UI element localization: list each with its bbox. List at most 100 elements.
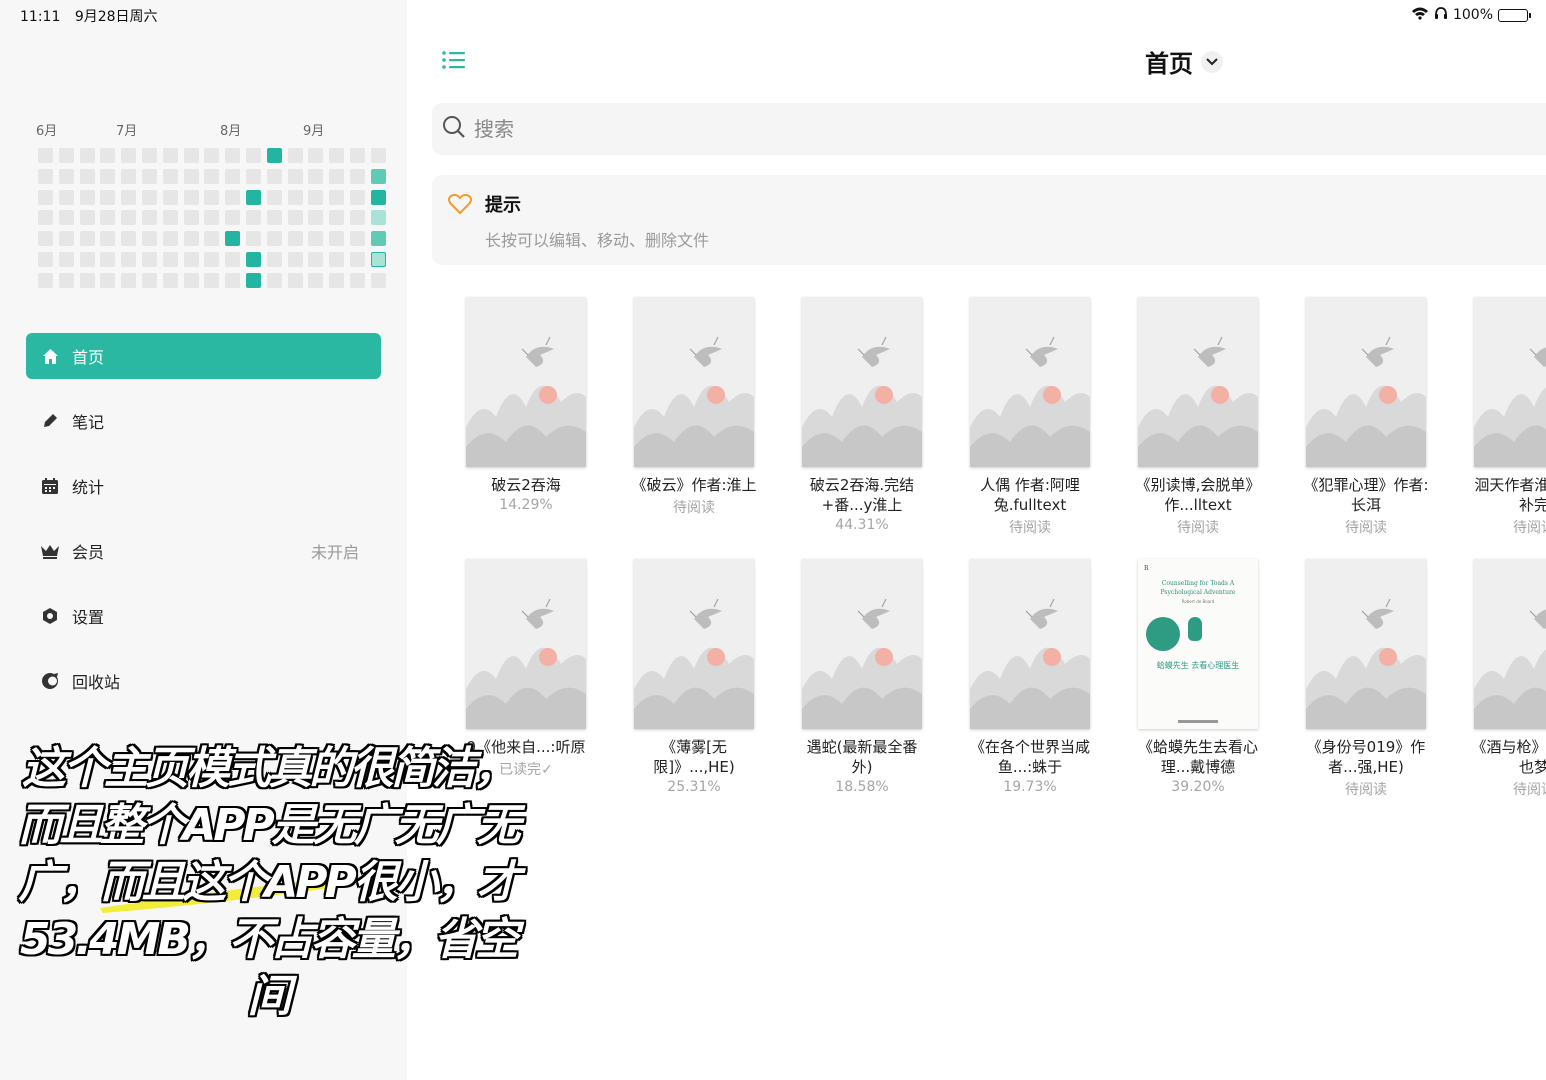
home-icon — [40, 346, 60, 366]
sidebar-item-membership[interactable]: 会员 未开启 — [26, 528, 381, 574]
heatmap-cell — [183, 148, 199, 163]
heatmap-cell — [266, 168, 282, 184]
sidebar-item-trash[interactable]: 回收站 — [26, 658, 381, 704]
book-card[interactable]: 遇蛇(最新最全番外) 18.58% — [778, 559, 946, 799]
heatmap-cell — [308, 210, 324, 226]
book-cover-image — [970, 297, 1090, 467]
book-progress: 39.20% — [1171, 779, 1225, 795]
heatmap-cell — [121, 189, 137, 205]
heatmap-cell — [349, 251, 365, 267]
book-cover-image — [970, 559, 1090, 729]
book-cover-image — [466, 297, 586, 467]
heatmap-cell — [266, 231, 282, 247]
heatmap-cell — [287, 168, 303, 184]
heatmap-cell — [100, 231, 116, 247]
heatmap-cell — [141, 189, 157, 205]
book-progress: 待阅读 — [673, 500, 715, 516]
book-cover-image — [1474, 297, 1546, 467]
book-card[interactable]: 洄天作者淮完结...补完待阅读 — [1450, 297, 1546, 537]
heatmap-cell — [121, 231, 137, 247]
heatmap-cell — [225, 168, 241, 184]
book-card[interactable]: 破云2吞海 14.29% — [442, 297, 610, 537]
book-card[interactable]: 《薄雾[无限]》...,HE) 25.31% — [610, 559, 778, 799]
tip-card: 提示 长按可以编辑、移动、删除文件 — [432, 175, 1546, 265]
heatmap-cell — [204, 251, 220, 267]
heatmap-cell — [162, 148, 178, 163]
book-card[interactable]: 《犯罪心理》作者:长洱待阅读 — [1282, 297, 1450, 537]
sidebar-nav: 首页 笔记 统计 会员 未开启 设置 回收站 — [26, 333, 381, 723]
page-title-dropdown[interactable]: 首页 — [1145, 44, 1223, 79]
cover-circle-graphic — [1146, 617, 1180, 651]
heatmap-cell — [266, 210, 282, 226]
cover-title-cn: 蛤蟆先生 去看心理医生 — [1156, 661, 1240, 670]
book-title: 《犯罪心理》作者:长洱 — [1303, 476, 1429, 514]
heatmap-cell — [141, 272, 157, 288]
heatmap-cell — [308, 168, 324, 184]
heatmap-cell — [58, 148, 74, 163]
gear-icon — [40, 606, 60, 626]
heatmap-cell — [183, 210, 199, 226]
heatmap-cell — [121, 210, 137, 226]
heatmap-cell — [58, 189, 74, 205]
book-card[interactable]: 《在各个世界当咸鱼...:蛛于 19.73% — [946, 559, 1114, 799]
heatmap-cell — [266, 148, 282, 163]
heatmap-grid — [38, 148, 386, 288]
heatmap-cell — [245, 148, 261, 163]
heatmap-cell — [204, 168, 220, 184]
heatmap-cell — [225, 189, 241, 205]
heatmap-cell — [38, 251, 53, 267]
book-progress: 待阅读 — [1513, 782, 1546, 798]
heatmap-cell — [329, 210, 345, 226]
heatmap-cell — [162, 168, 178, 184]
heatmap-cell — [100, 272, 116, 288]
tip-title: 提示 — [485, 195, 521, 216]
heart-icon — [448, 193, 472, 219]
heatmap-cell — [370, 251, 386, 267]
heatmap-cell — [245, 251, 261, 267]
book-card[interactable]: R Counselling for Toads A Psychological A… — [1114, 559, 1282, 799]
heatmap-cell — [58, 251, 74, 267]
heatmap-cell — [121, 148, 137, 163]
sidebar-item-stats[interactable]: 统计 — [26, 463, 381, 509]
heatmap-cell — [100, 168, 116, 184]
heatmap-cell — [266, 272, 282, 288]
heatmap-cell — [162, 231, 178, 247]
cover-publisher: R — [1144, 565, 1149, 572]
book-card[interactable]: 《酒与枪》作者:梦也梦待阅读 — [1450, 559, 1546, 799]
search-input[interactable] — [474, 117, 1074, 141]
book-progress: 待阅读 — [1177, 520, 1219, 536]
heatmap-cell — [349, 272, 365, 288]
sidebar-item-settings[interactable]: 设置 — [26, 593, 381, 639]
heatmap-cell — [162, 251, 178, 267]
status-date: 9月28日周六 — [74, 9, 158, 25]
heatmap-cell — [266, 189, 282, 205]
book-cover-image — [1138, 297, 1258, 467]
heatmap-cell — [329, 231, 345, 247]
book-progress: 待阅读 — [1345, 782, 1387, 798]
heatmap-cell — [370, 210, 386, 226]
heatmap-cell — [225, 210, 241, 226]
heatmap-cell — [204, 272, 220, 288]
book-progress: 18.58% — [835, 779, 889, 795]
book-progress: 待阅读 — [1345, 520, 1387, 536]
heatmap-cell — [162, 272, 178, 288]
main-content: 100% 首页 提示 长按可以编辑、移动、删除文件 破云2吞海 14.29% 《破云… — [407, 0, 1546, 1080]
chevron-down-icon[interactable] — [1201, 50, 1223, 73]
book-card[interactable]: 人偶 作者:阿哩兔.fulltext 待阅读 — [946, 297, 1114, 537]
recycle-icon — [40, 671, 60, 691]
sidebar-item-label: 会员 — [72, 543, 105, 562]
search-bar[interactable] — [432, 103, 1546, 155]
book-card[interactable]: 破云2吞海.完结+番...y淮上 44.31% — [778, 297, 946, 537]
book-title: 《身份号019》作者...强,HE) — [1306, 738, 1426, 776]
book-card[interactable]: 《别读博,会脱单》作...lltext 待阅读 — [1114, 297, 1282, 537]
list-icon[interactable] — [441, 48, 467, 74]
status-bar-right: 100% — [1411, 6, 1531, 24]
page-title: 首页 — [1145, 50, 1193, 78]
book-card[interactable]: 《破云》作者:淮上 待阅读 — [610, 297, 778, 537]
sidebar-item-notes[interactable]: 笔记 — [26, 398, 381, 444]
heatmap-cell — [79, 231, 95, 247]
book-title: 人偶 作者:阿哩兔.fulltext — [980, 476, 1080, 514]
sidebar-item-home[interactable]: 首页 — [26, 333, 381, 379]
book-title: 破云2吞海 — [491, 476, 561, 494]
book-card[interactable]: 《身份号019》作者...强,HE) 待阅读 — [1282, 559, 1450, 799]
